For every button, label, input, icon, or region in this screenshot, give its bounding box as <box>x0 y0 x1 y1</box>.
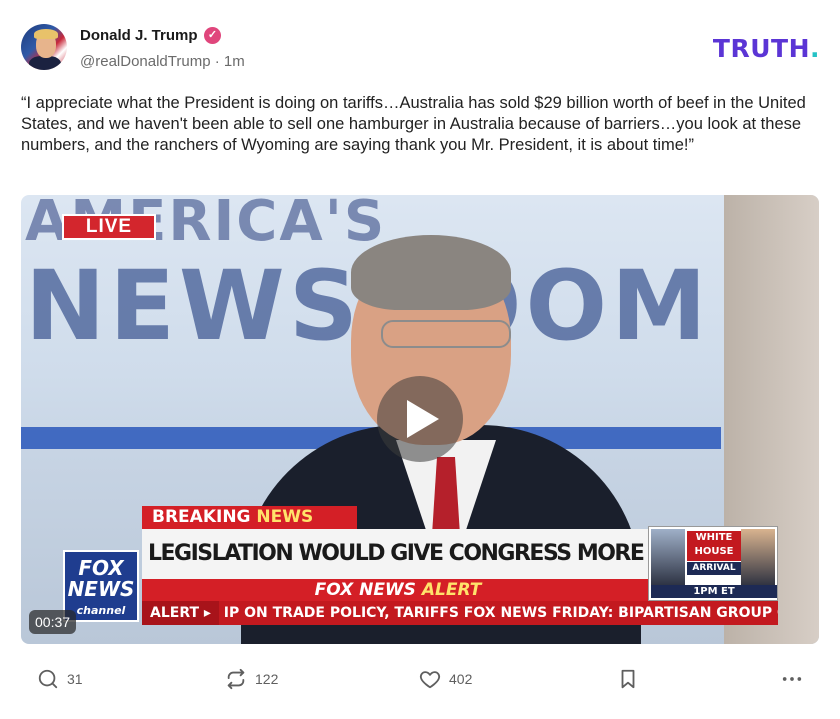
ticker-label: ALERT ▸ <box>142 601 219 625</box>
breaking-news-banner: BREAKING NEWS <box>142 506 357 529</box>
arrival-photo-left <box>651 529 685 587</box>
live-badge: LIVE <box>62 214 156 240</box>
alert-fox-label: FOX NEWS <box>314 580 416 600</box>
avatar-hair <box>34 29 58 39</box>
white-house-arrival-box: WHITE HOUSE ARRIVAL 1PM ET <box>648 526 778 601</box>
bookmark-icon <box>621 669 635 689</box>
breaking-label: BREAKING <box>152 507 251 527</box>
arrival-photo-right <box>741 529 775 587</box>
meta-separator: · <box>214 53 220 70</box>
heart-icon <box>419 671 441 689</box>
fox-logo-line2: NEWS <box>67 577 135 601</box>
retruth-icon <box>227 668 245 690</box>
like-count: 402 <box>449 671 473 687</box>
arrival-time: 1PM ET <box>651 585 777 598</box>
post-header: Donald J. Trump ✓ @realDonaldTrump · 1m … <box>21 24 820 74</box>
alert-word-label: ALERT <box>421 580 482 600</box>
author-handle[interactable]: @realDonaldTrump <box>80 53 211 70</box>
play-icon <box>407 400 439 438</box>
author-name[interactable]: Donald J. Trump <box>80 27 198 44</box>
truth-logo[interactable]: TRUTH. <box>713 34 820 63</box>
post-text: “I appreciate what the President is doin… <box>21 94 806 154</box>
post-actions: 31 122 402 <box>21 664 819 694</box>
reply-icon <box>38 669 58 689</box>
retruth-button[interactable]: 122 <box>225 664 278 694</box>
more-options-button[interactable] <box>781 664 803 694</box>
verified-badge-icon: ✓ <box>204 27 221 44</box>
reply-button[interactable]: 31 <box>37 664 83 694</box>
author-meta: @realDonaldTrump · 1m <box>80 53 245 70</box>
news-ticker: ALERT ▸ IP ON TRADE POLICY, TARIFFS FOX … <box>142 601 778 625</box>
white-house-label: WHITE HOUSE <box>687 531 741 561</box>
speaker-glasses <box>381 320 511 348</box>
fox-logo-line1: FOX <box>78 556 124 580</box>
video-player[interactable]: AMERICA'S NEWSROOM LIVE BREAKING NEWS LE… <box>21 195 819 644</box>
chyron-headline: LEGISLATION WOULD GIVE CONGRESS MORE TAR… <box>142 529 654 579</box>
avatar-suit <box>29 56 61 70</box>
like-button[interactable]: 402 <box>419 664 472 694</box>
play-button[interactable] <box>377 376 463 462</box>
reply-count: 31 <box>67 671 83 687</box>
logo-dot: . <box>810 34 820 63</box>
author-avatar[interactable] <box>21 24 67 70</box>
bookmark-button[interactable] <box>617 664 639 694</box>
retruth-count: 122 <box>255 671 279 687</box>
video-duration: 00:37 <box>29 610 77 634</box>
post-timestamp[interactable]: 1m <box>224 53 245 70</box>
logo-text: TRUTH <box>712 34 810 63</box>
speaker-hair <box>351 235 511 310</box>
ticker-text: IP ON TRADE POLICY, TARIFFS FOX NEWS FRI… <box>223 605 778 621</box>
breaking-news-label: NEWS <box>256 507 314 527</box>
fox-alert-bar: FOX NEWS ALERT <box>142 579 654 601</box>
arrival-label: ARRIVAL <box>687 562 741 575</box>
more-dots-icon <box>782 677 802 681</box>
